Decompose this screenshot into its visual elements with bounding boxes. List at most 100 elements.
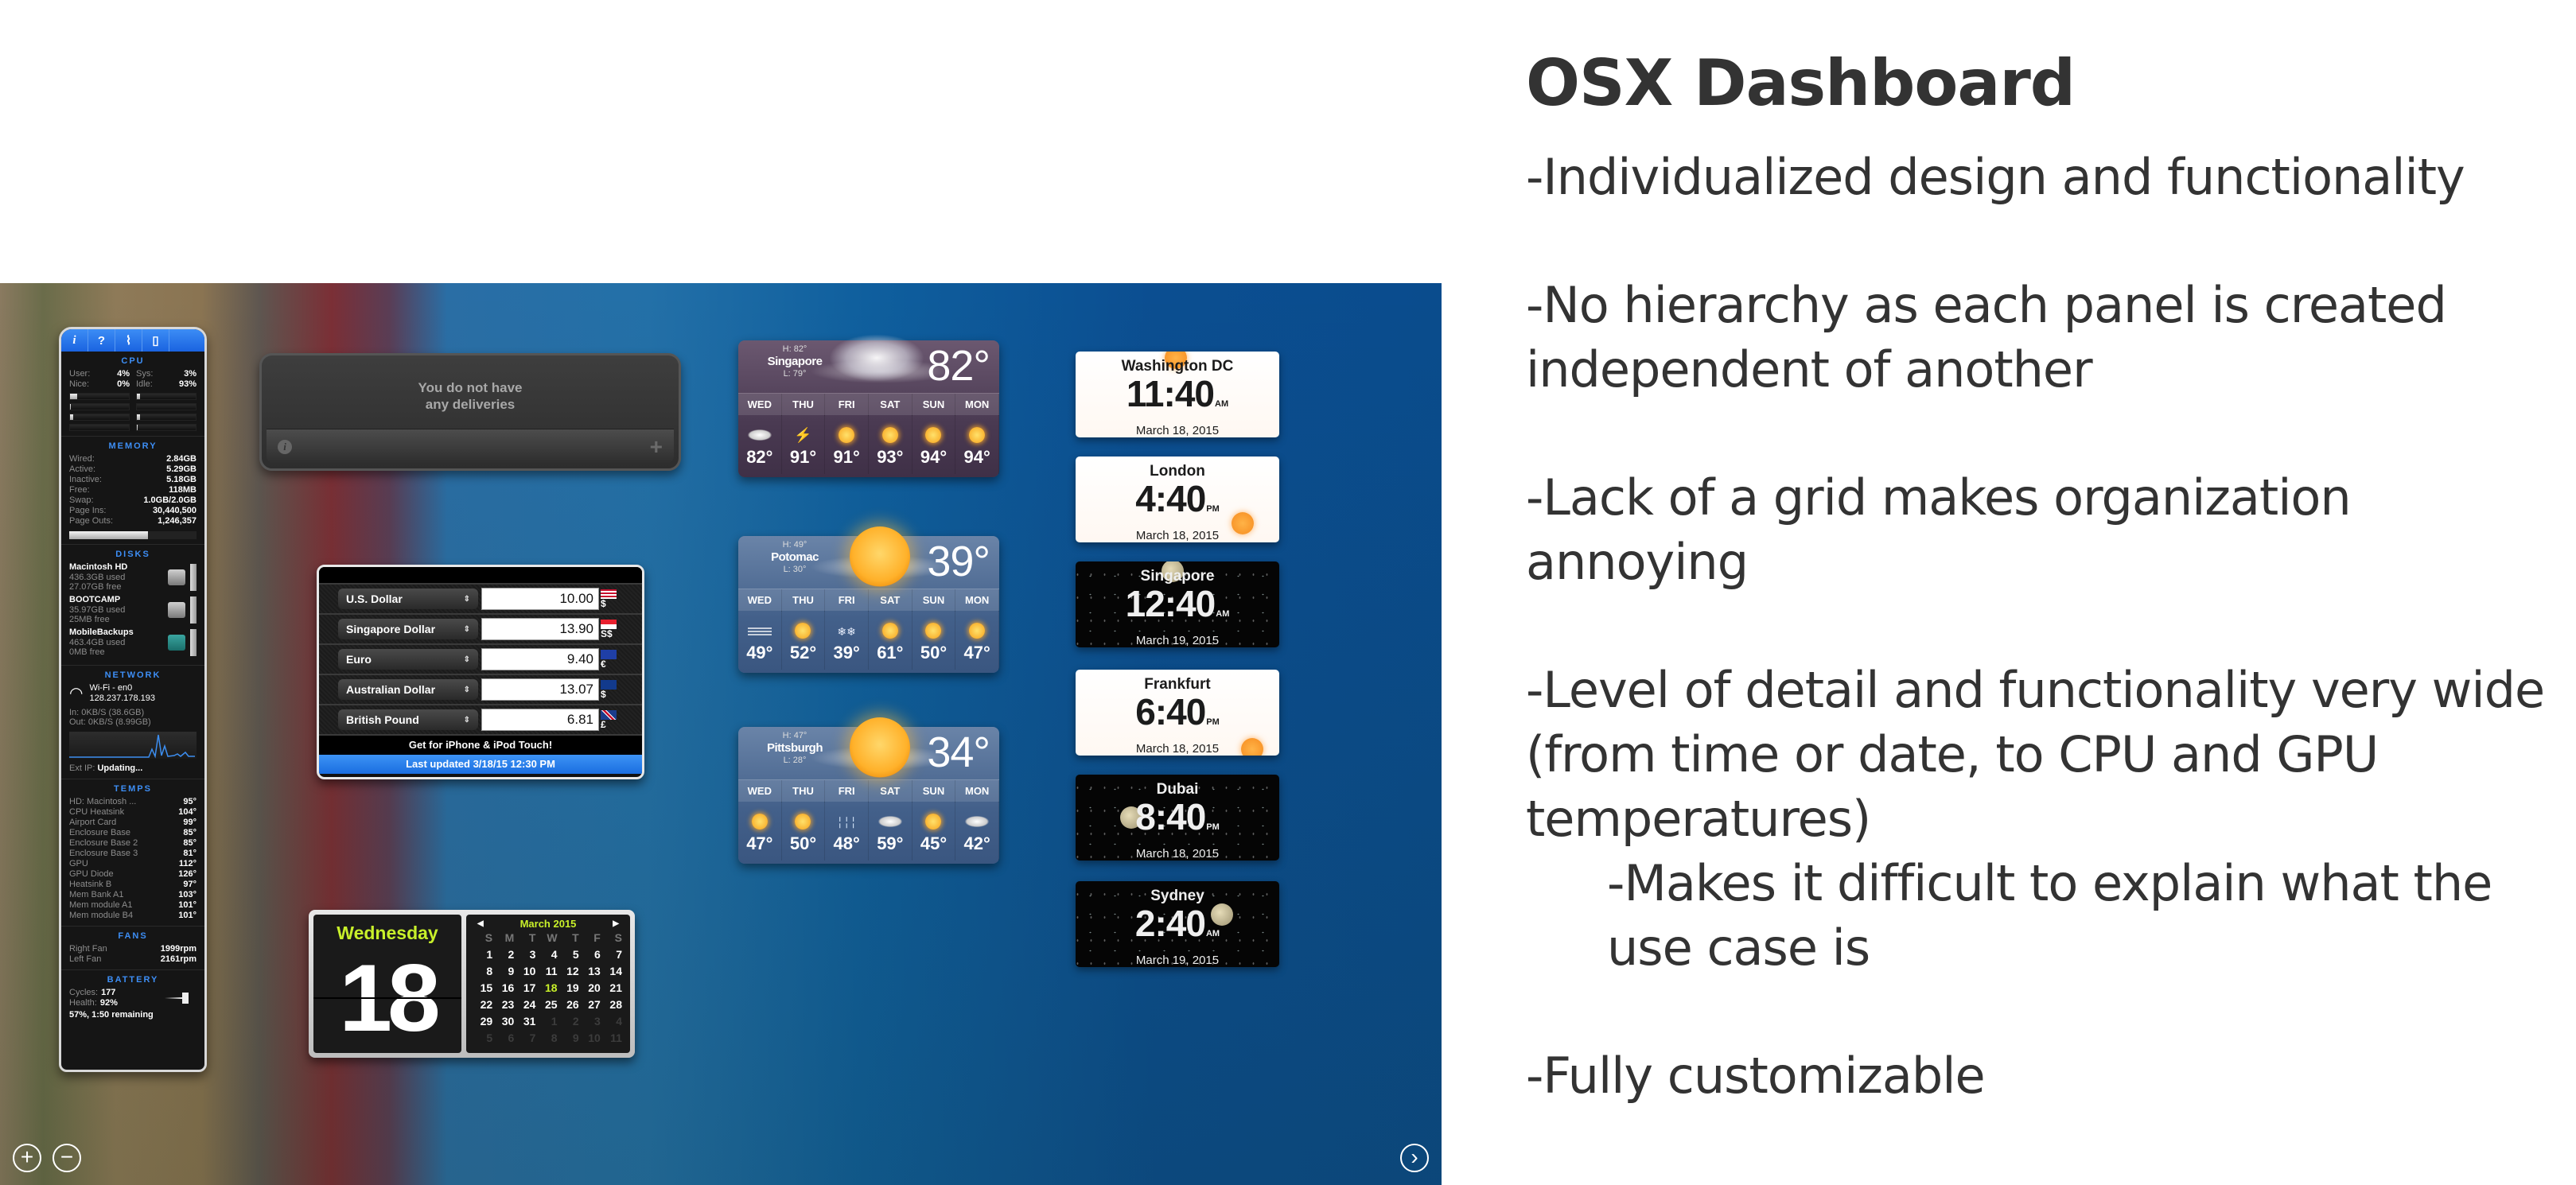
calendar-day[interactable]: 24 [514, 997, 536, 1013]
weather-high: H: 47° [782, 731, 807, 740]
world-clock-widget[interactable]: Singapore 12:40AM March 19, 2015 [1076, 561, 1279, 647]
forecast-icon-wrap [738, 810, 781, 833]
forecast-day: THU [782, 780, 826, 802]
add-widget-button[interactable]: + [13, 1144, 41, 1172]
calendar-day-today[interactable]: 18 [535, 980, 558, 997]
temp-row-label: GPU Diode [69, 869, 114, 879]
currency-converter-widget[interactable]: U.S. Dollar ⇕ 10.00 $ Singapore Dollar ⇕ 13.90… [317, 565, 644, 779]
weather-current-temp: 34° [927, 728, 990, 776]
calendar-day[interactable]: 30 [492, 1013, 515, 1030]
calendar-widget[interactable]: Wednesday 18 ◀ March 2015 ▶ SMTWTFS12345… [309, 910, 635, 1058]
forecast-temp: 52° [789, 643, 817, 662]
calendar-day[interactable]: 8 [471, 963, 492, 980]
calendar-day[interactable]: 10 [514, 963, 536, 980]
currency-select[interactable]: Euro ⇕ [338, 649, 478, 670]
forecast-cell: 94° [912, 415, 956, 474]
calendar-day[interactable]: 29 [471, 1013, 493, 1030]
calendar-day[interactable]: 25 [535, 997, 558, 1013]
calendar-day[interactable]: 15 [471, 980, 493, 997]
calendar-day[interactable]: 28 [601, 997, 622, 1013]
activity-tab-icon[interactable]: ⌇ [115, 329, 142, 352]
currency-select[interactable]: Singapore Dollar ⇕ [338, 619, 478, 639]
next-month-button[interactable]: ▶ [613, 919, 619, 928]
calendar-day[interactable]: 13 [579, 963, 601, 980]
world-clock-widget[interactable]: Sydney 2:40AM March 19, 2015 [1076, 881, 1279, 967]
bullet-individualized: -Individualized design and functionality [1526, 148, 2465, 206]
info-icon[interactable]: i [278, 440, 292, 454]
calendar-grid: S M T W T F S 1 2 3 4 5 6 7 8 9 10 11 12 13 14 15 16 17 18 19 20 21… [471, 930, 625, 1047]
calendar-day[interactable]: 9 [492, 963, 514, 980]
clock-time-value: 4:40 [1135, 478, 1206, 519]
get-for-iphone-link[interactable]: Get for iPhone & iPod Touch! [319, 734, 642, 755]
currency-flag: € [601, 649, 618, 670]
device-tab-icon[interactable]: ▯ [142, 329, 169, 352]
temp-row-label: Mem module A1 [69, 900, 133, 910]
currency-amount-input[interactable]: 9.40 [481, 648, 599, 670]
world-clock-widget[interactable]: London 4:40PM March 18, 2015 [1076, 457, 1279, 542]
forecast-temp: 47° [746, 833, 773, 853]
weather-widget[interactable]: H: 82° Singapore L: 79° 82° WED THU FRI SAT SUN M… [738, 334, 999, 477]
temp-row-label: HD: Macintosh ... [69, 797, 137, 806]
select-arrows-icon: ⇕ [463, 715, 470, 725]
istat-widget[interactable]: i ? ⌇ ▯ CPU User: 4% Sys: 3% Nice: 0% Idle:… [59, 327, 207, 1072]
calendar-day[interactable]: 3 [514, 946, 536, 963]
calendar-day[interactable]: 7 [601, 946, 622, 963]
calendar-day[interactable]: 23 [492, 997, 515, 1013]
calendar-day[interactable]: 4 [535, 946, 558, 963]
currency-row: Euro ⇕ 9.40 € [319, 643, 642, 674]
calendar-day[interactable]: 21 [601, 980, 622, 997]
currency-amount-input[interactable]: 10.00 [481, 588, 599, 610]
previous-month-button[interactable]: ◀ [477, 919, 484, 928]
calendar-day[interactable]: 5 [558, 946, 579, 963]
calendar-day[interactable]: 27 [579, 997, 601, 1013]
currency-amount-input[interactable]: 6.81 [481, 709, 599, 731]
calendar-day[interactable]: 17 [514, 980, 536, 997]
calendar-day[interactable]: 14 [601, 963, 622, 980]
calendar-day[interactable]: 12 [558, 963, 579, 980]
help-tab-icon[interactable]: ? [88, 329, 115, 352]
calendar-day[interactable]: 1 [471, 946, 492, 963]
currency-select[interactable]: U.S. Dollar ⇕ [338, 589, 478, 609]
info-tab-icon[interactable]: i [61, 329, 88, 352]
memory-label: Page Ins: [69, 506, 107, 515]
remove-widget-button[interactable]: − [53, 1144, 81, 1172]
calendar-day-other-month: 7 [529, 1032, 536, 1044]
world-clock-widget[interactable]: Washington DC 11:40AM March 18, 2015 [1076, 352, 1279, 437]
calendar-day[interactable]: 11 [535, 963, 558, 980]
cpu-core-bar [136, 403, 197, 410]
calendar-day[interactable]: 22 [471, 997, 493, 1013]
weather-low: L: 28° [783, 756, 807, 765]
select-arrows-icon: ⇕ [463, 685, 470, 694]
calendar-day[interactable]: 31 [514, 1013, 536, 1030]
calendar-day[interactable]: 2 [492, 946, 514, 963]
next-space-button[interactable]: › [1400, 1144, 1429, 1172]
weekday-header: S [484, 931, 493, 944]
forecast-cell: ⚡ 91° [782, 415, 826, 474]
add-delivery-button[interactable]: + [650, 434, 663, 460]
forecast-cell: 50° [782, 802, 826, 861]
temp-row-label: Mem module B4 [69, 911, 134, 920]
temp-row-value: 112° [178, 859, 197, 868]
cpu-sys-label: Sys: [136, 369, 154, 379]
world-clock-widget[interactable]: Dubai 8:40PM March 18, 2015 [1076, 775, 1279, 861]
weather-widget[interactable]: H: 47° Pittsburgh L: 28° 34° WED THU FRI SAT SUN… [738, 717, 999, 864]
calendar-day[interactable]: 19 [558, 980, 579, 997]
temps-section: TEMPS HD: Macintosh ... 95° CPU Heatsink 10… [61, 779, 204, 927]
calendar-day[interactable]: 20 [579, 980, 601, 997]
currency-select[interactable]: Australian Dollar ⇕ [338, 679, 478, 700]
calendar-day[interactable]: 16 [492, 980, 515, 997]
fog-icon [747, 627, 772, 635]
currency-amount-input[interactable]: 13.07 [481, 678, 599, 701]
calendar-day[interactable]: 26 [558, 997, 579, 1013]
currency-amount-input[interactable]: 13.90 [481, 618, 599, 640]
currency-select[interactable]: British Pound ⇕ [338, 709, 478, 730]
hard-drive-icon [168, 601, 185, 618]
weather-widget[interactable]: H: 49° Potomac L: 30° 39° WED THU FRI SAT SUN MON… [738, 526, 999, 673]
forecast-icon-wrap [912, 810, 955, 833]
deliveries-widget[interactable]: You do not have any deliveries i + [259, 353, 681, 471]
forecast-icon-wrap [869, 810, 912, 833]
calendar-day-panel[interactable]: Wednesday 18 [313, 915, 461, 1053]
world-clock-widget[interactable]: Frankfurt 6:40PM March 18, 2015 [1076, 670, 1279, 756]
calendar-day[interactable]: 6 [579, 946, 601, 963]
weather-location: H: 49° Potomac L: 30° [759, 540, 831, 575]
